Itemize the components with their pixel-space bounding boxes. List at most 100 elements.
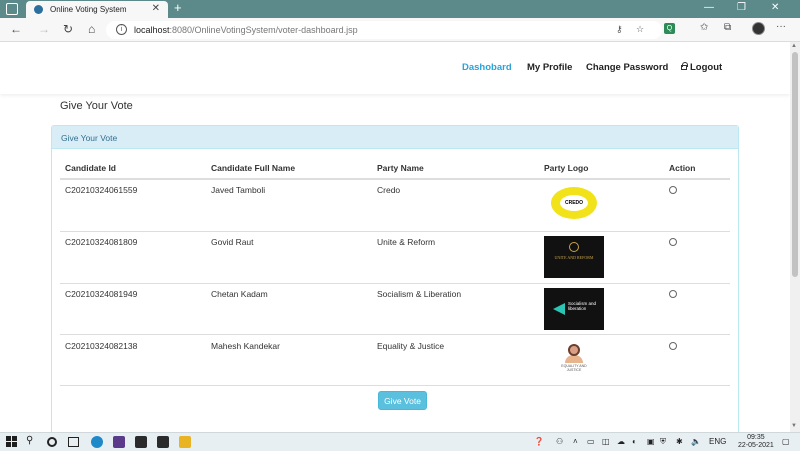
logo-person-icon <box>568 344 580 356</box>
scroll-down-icon[interactable]: ▼ <box>791 423 797 429</box>
windows-taskbar: ⚲ ❓ ⚇ ˄ ▭ ◫ ☁ ◐ ▣ ⛨ ✱ 🔈 ENG 09:35 22-05-… <box>0 432 800 451</box>
help-icon[interactable]: ❓ <box>534 437 544 446</box>
volume-icon[interactable]: 🔈 <box>691 437 701 446</box>
vote-radio[interactable] <box>669 290 677 298</box>
key-icon[interactable]: ⚷ <box>616 24 623 35</box>
tab-title: Online Voting System <box>50 5 127 14</box>
onedrive-icon[interactable]: ◐ <box>632 437 637 446</box>
forward-arrow-icon[interactable]: → <box>38 22 50 36</box>
give-vote-button[interactable]: Give Vote <box>378 391 427 410</box>
address-bar[interactable]: i localhost:8080/OnlineVotingSystem/vote… <box>106 21 662 39</box>
candidate-id: C20210324081949 <box>65 289 138 299</box>
candidate-name: Govid Raut <box>211 237 254 247</box>
candidate-name: Mahesh Kandekar <box>211 341 280 351</box>
file-explorer-icon[interactable] <box>179 436 191 448</box>
lock-icon <box>681 62 688 70</box>
cloud-icon[interactable]: ☁ <box>617 437 625 446</box>
party-name: Credo <box>377 185 401 195</box>
bluetooth-icon[interactable]: ✱ <box>676 437 683 446</box>
col-header-party-name: Party Name <box>377 163 424 173</box>
collections-icon[interactable]: ⧉ <box>724 22 731 33</box>
col-header-action: Action <box>669 163 696 173</box>
col-header-candidate-id: Candidate Id <box>65 163 117 173</box>
tab-actions-icon[interactable] <box>6 3 18 15</box>
console-app-icon[interactable] <box>157 436 169 448</box>
refresh-icon[interactable]: ↻ <box>63 22 73 36</box>
restore-window-button[interactable]: ❐ <box>737 2 746 13</box>
cortana-icon[interactable] <box>47 437 57 447</box>
party-name: Unite & Reform <box>377 237 436 247</box>
candidate-name: Javed Tamboli <box>211 185 266 195</box>
home-icon[interactable]: ⌂ <box>88 22 95 36</box>
logout-label: Logout <box>690 62 723 73</box>
url-text: localhost:8080/OnlineVotingSystem/voter-… <box>134 25 358 35</box>
profile-avatar[interactable] <box>752 22 765 35</box>
scrollbar-thumb[interactable] <box>792 52 798 277</box>
col-header-party-logo: Party Logo <box>544 163 589 173</box>
nav-change-password-link[interactable]: Change Password <box>586 62 668 73</box>
system-clock[interactable]: 09:35 22-05-2021 <box>738 434 774 450</box>
site-header: Dashobard My Profile Change Password Log… <box>0 42 790 94</box>
people-icon[interactable]: ⚇ <box>556 437 563 446</box>
party-logo-equality-justice: EQUALITY AND JUSTICE <box>559 340 589 372</box>
page-scrollbar[interactable]: ▲ ▼ <box>790 42 800 432</box>
minimize-window-button[interactable]: — <box>704 2 714 13</box>
page-title: Give Your Vote <box>60 100 133 112</box>
close-window-button[interactable]: ✕ <box>771 2 779 13</box>
party-logo-credo: CREDO <box>551 187 597 219</box>
logo-ring-icon <box>569 242 579 252</box>
notifications-icon[interactable]: ▢ <box>782 437 790 446</box>
browser-toolbar: ← → ↻ ⌂ i localhost:8080/OnlineVotingSys… <box>0 18 800 42</box>
app-tray-icon[interactable]: ▣ <box>647 437 655 446</box>
panel-heading-text: Give Your Vote <box>61 133 118 143</box>
eclipse-app-icon[interactable] <box>113 436 125 448</box>
clock-date: 22-05-2021 <box>738 442 774 449</box>
unite-logo-text: UNITE AND REFORM <box>554 255 594 260</box>
row-divider <box>60 334 730 335</box>
logo-triangle-icon <box>553 303 565 315</box>
terminal-app-icon[interactable] <box>135 436 147 448</box>
site-favicon-icon <box>34 5 43 14</box>
network-icon[interactable]: ◫ <box>602 437 610 446</box>
task-view-icon[interactable] <box>68 437 79 447</box>
nav-logout-link[interactable]: Logout <box>681 62 722 73</box>
battery-icon[interactable]: ▭ <box>587 437 595 446</box>
vote-radio[interactable] <box>669 238 677 246</box>
credo-logo-text: CREDO <box>560 195 588 211</box>
row-divider <box>60 231 730 232</box>
candidate-id: C20210324082138 <box>65 341 138 351</box>
nav-my-profile-link[interactable]: My Profile <box>527 62 572 73</box>
extension-icon[interactable]: Q <box>664 23 675 34</box>
vote-radio[interactable] <box>669 342 677 350</box>
panel-heading: Give Your Vote <box>52 126 738 149</box>
equality-logo-text: EQUALITY AND JUSTICE <box>561 364 587 372</box>
row-divider <box>60 385 730 386</box>
site-info-icon[interactable]: i <box>116 24 127 35</box>
new-tab-button[interactable]: + <box>174 0 182 15</box>
back-arrow-icon[interactable]: ← <box>10 22 22 36</box>
logo-person-body <box>565 355 583 363</box>
header-divider <box>60 178 730 180</box>
favorite-star-icon[interactable]: ☆ <box>636 24 644 35</box>
party-logo-socialism-liberation: Socialism and liberation <box>544 288 604 330</box>
chevron-up-icon[interactable]: ˄ <box>573 437 578 446</box>
row-divider <box>60 283 730 284</box>
nav-dashboard-link[interactable]: Dashobard <box>462 62 512 73</box>
antivirus-icon[interactable]: ⛨ <box>660 437 666 447</box>
windows-start-icon[interactable] <box>6 436 18 448</box>
web-page: Dashobard My Profile Change Password Log… <box>0 42 790 432</box>
socialism-logo-text: Socialism and liberation <box>568 301 597 311</box>
language-indicator[interactable]: ENG <box>709 437 726 446</box>
search-icon[interactable]: ⚲ <box>26 435 38 447</box>
close-tab-icon[interactable]: ✕ <box>152 3 160 14</box>
party-name: Socialism & Liberation <box>377 289 462 299</box>
party-logo-unite-reform: UNITE AND REFORM <box>544 236 604 278</box>
browser-tab[interactable]: Online Voting System ✕ <box>26 1 168 18</box>
favorites-icon[interactable]: ✩ <box>700 22 708 33</box>
more-menu-icon[interactable]: ··· <box>776 21 786 32</box>
candidate-id: C20210324081809 <box>65 237 138 247</box>
vote-radio[interactable] <box>669 186 677 194</box>
party-name: Equality & Justice <box>377 341 445 351</box>
scroll-up-icon[interactable]: ▲ <box>791 43 797 49</box>
edge-browser-icon[interactable] <box>91 436 103 448</box>
